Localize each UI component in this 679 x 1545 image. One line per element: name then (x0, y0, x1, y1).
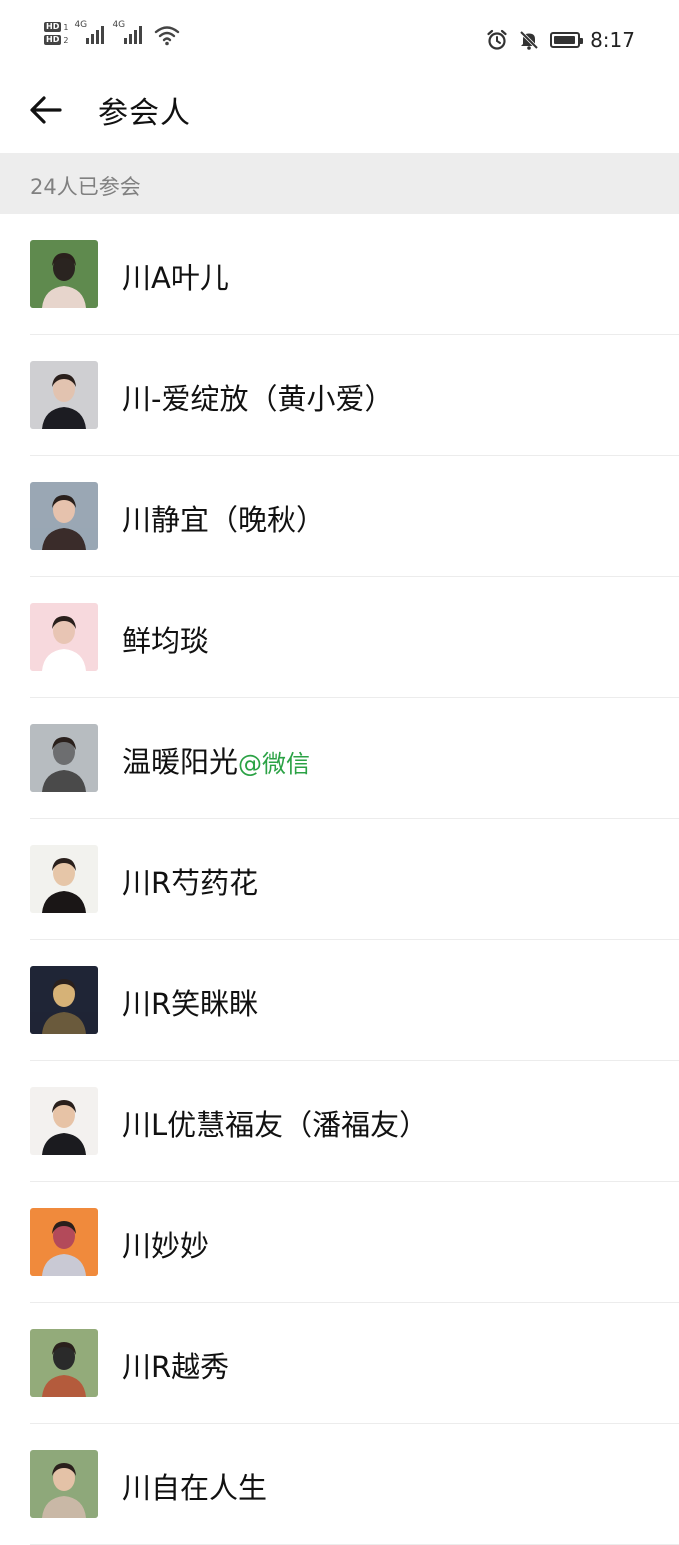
signal-icon-2: 4G (112, 20, 144, 44)
hd-indicator-2: HD 2 (44, 35, 68, 45)
participant-avatar[interactable] (30, 240, 98, 308)
participant-row[interactable]: 川妙妙 (0, 1182, 679, 1303)
attendee-count-label: 24人已参会 (30, 175, 141, 199)
battery-icon (550, 32, 584, 48)
participant-avatar[interactable] (30, 1329, 98, 1397)
participant-name: 川妙妙 (122, 1223, 209, 1265)
participant-row[interactable]: 川A叶儿 (0, 214, 679, 335)
network-type-label: 4G (74, 20, 88, 30)
status-time: 8:17 (590, 28, 635, 52)
participant-name-text: 鲜均琰 (122, 624, 210, 658)
participant-row[interactable]: 川L优慧福友（潘福友） (0, 1061, 679, 1182)
participant-avatar[interactable] (30, 845, 98, 913)
participant-name: 温暖阳光@微信 (122, 739, 310, 781)
participant-avatar[interactable] (30, 724, 98, 792)
participant-row[interactable]: 川静宜（晚秋） (0, 456, 679, 577)
participant-row[interactable]: 川R芍药花 (0, 819, 679, 940)
back-arrow-icon[interactable] (26, 90, 66, 130)
status-bar: HD 1 HD 2 4G 4G 8:17 (0, 0, 679, 80)
participant-name-text: 川R越秀 (122, 1350, 230, 1384)
participant-avatar[interactable] (30, 966, 98, 1034)
participant-avatar[interactable] (30, 603, 98, 671)
hd-sim-number: 2 (63, 35, 69, 45)
participant-row[interactable]: 温暖阳光@微信 (0, 698, 679, 819)
participant-avatar[interactable] (30, 1087, 98, 1155)
participant-name: 川R越秀 (122, 1344, 229, 1386)
participant-name: 川自在人生 (122, 1465, 267, 1507)
participant-name: 川R笑眯眯 (122, 981, 258, 1023)
participant-row[interactable]: 川R笑眯眯 (0, 940, 679, 1061)
participant-name-text: 川L优慧福友（潘福友） (122, 1108, 429, 1142)
hd-indicator-1: HD 1 (44, 22, 68, 32)
hd-indicators: HD 1 HD 2 (44, 22, 68, 45)
status-left-group: HD 1 HD 2 4G 4G (44, 20, 180, 46)
participant-avatar[interactable] (30, 1208, 98, 1276)
status-right-group: 8:17 (486, 28, 635, 52)
participant-row[interactable]: 川R越秀 (0, 1303, 679, 1424)
signal-icon-1: 4G (74, 20, 106, 44)
participant-name-text: 川A叶儿 (122, 261, 229, 295)
network-type-label: 4G (112, 20, 126, 30)
participant-row[interactable]: 川-爱绽放（黄小爱） (0, 335, 679, 456)
participant-avatar[interactable] (30, 482, 98, 550)
participant-name-text: 川R芍药花 (122, 866, 259, 900)
participant-name: 川A叶儿 (122, 255, 229, 297)
participant-name: 川静宜（晚秋） (122, 497, 325, 539)
participant-row[interactable]: 鲜均琰 (0, 577, 679, 698)
participant-name-text: 川-爱绽放（黄小爱） (122, 382, 394, 416)
top-nav-bar: 参会人 (0, 80, 679, 152)
participant-row[interactable]: 川自在人生 (0, 1424, 679, 1545)
hd-sim-number: 1 (63, 22, 69, 32)
participant-name: 川-爱绽放（黄小爱） (122, 376, 393, 418)
hd-label: HD (44, 35, 62, 45)
participant-list: 川A叶儿川-爱绽放（黄小爱） 川静宜（晚秋） 鲜均琰温暖阳光@微信川R芍药花川R笑眯… (0, 214, 679, 1545)
participant-name: 川L优慧福友（潘福友） (122, 1102, 428, 1144)
participant-name: 鲜均琰 (122, 618, 209, 660)
wechat-source-tag: @微信 (238, 750, 311, 778)
participant-avatar[interactable] (30, 1450, 98, 1518)
participant-name: 川R芍药花 (122, 860, 258, 902)
participant-name-text: 川静宜（晚秋） (122, 503, 326, 537)
participant-name-text: 温暖阳光 (122, 745, 239, 779)
section-header: 24人已参会 (0, 153, 679, 214)
page-title: 参会人 (98, 96, 191, 131)
participant-name-text: 川R笑眯眯 (122, 987, 259, 1021)
hd-label: HD (44, 22, 62, 32)
participant-avatar[interactable] (30, 361, 98, 429)
alarm-icon (487, 29, 507, 50)
mute-icon (519, 30, 539, 50)
battery-fill (554, 36, 576, 44)
wifi-icon (155, 26, 180, 46)
participant-name-text: 川妙妙 (122, 1229, 210, 1263)
